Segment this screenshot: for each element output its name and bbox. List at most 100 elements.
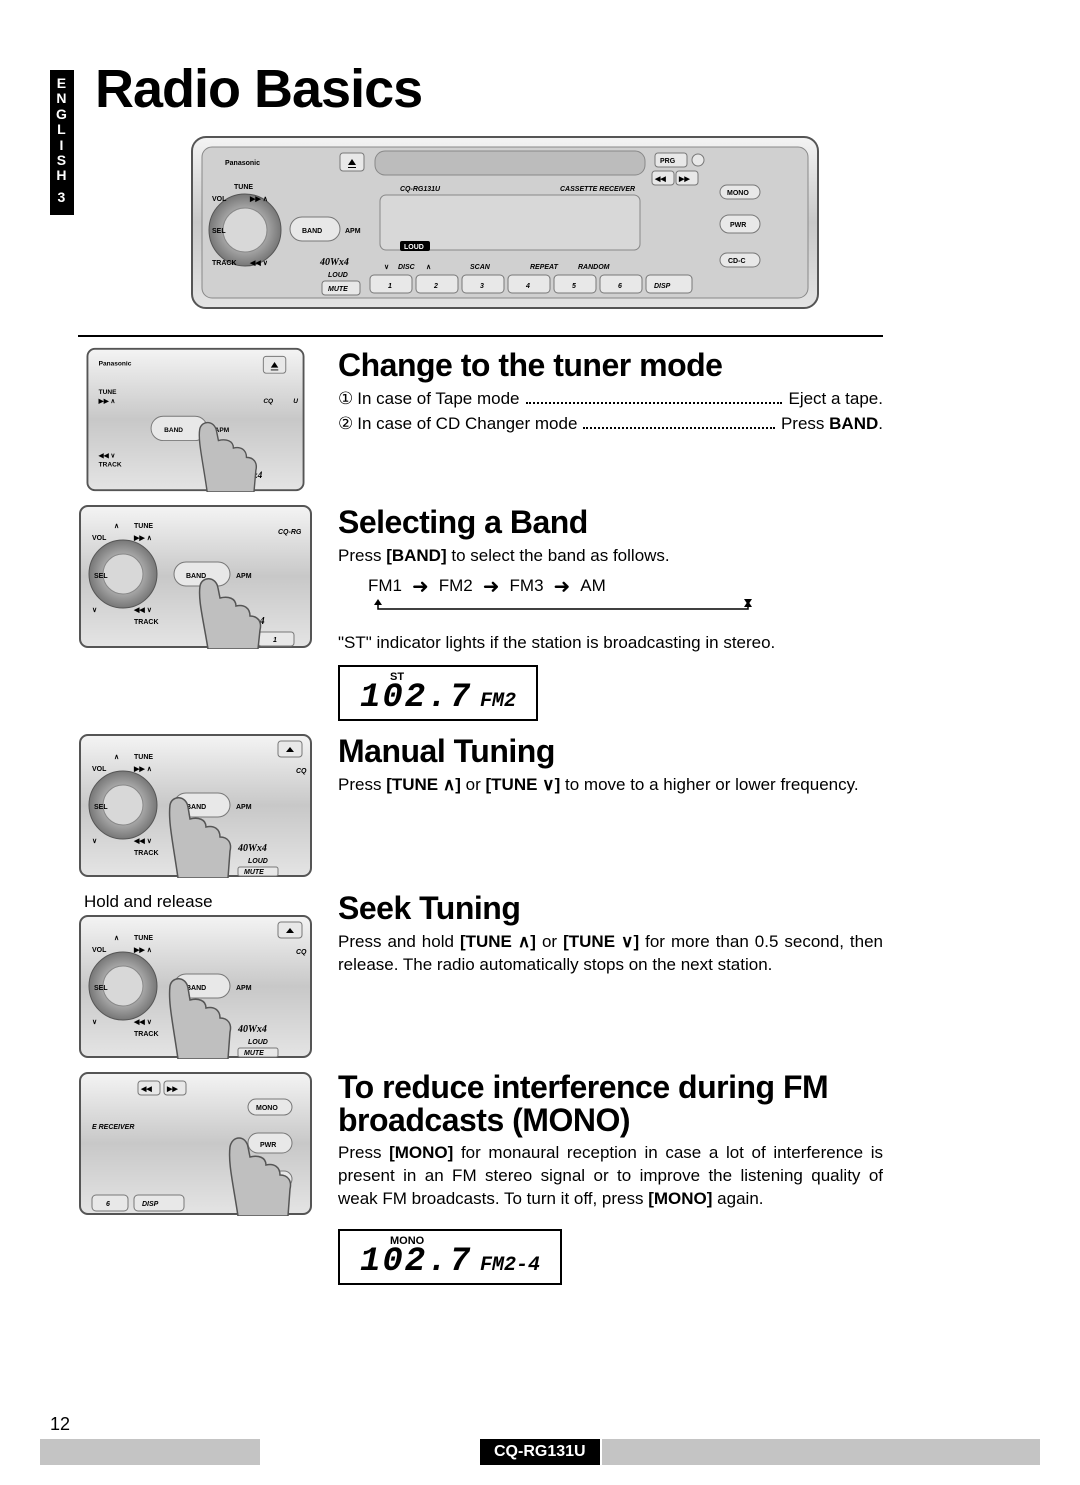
svg-text:1: 1 [388, 283, 392, 290]
svg-text:∨: ∨ [92, 1019, 97, 1026]
svg-text:▶▶: ▶▶ [166, 1086, 178, 1093]
step-2: ② In case of CD Changer mode Press BAND. [338, 413, 883, 436]
cassette-slot [375, 151, 645, 175]
step-1: ① In case of Tape mode Eject a tape. [338, 388, 883, 411]
thumb-seek: ∧TUNE VOL▶▶ ∧ SEL BAND APM ◀◀ ∨∨ TRACK 4… [78, 914, 313, 1059]
svg-text:VOL: VOL [92, 535, 107, 542]
svg-text:▶▶ ∧: ▶▶ ∧ [133, 535, 152, 542]
lcd-display-mono: MONO 102.7FM2-4 [338, 1229, 562, 1285]
svg-text:SCAN: SCAN [470, 264, 491, 271]
svg-text:40Wx4: 40Wx4 [237, 1024, 267, 1035]
mono-text: Press [MONO] for monaural reception in c… [338, 1142, 883, 1211]
svg-text:40Wx4: 40Wx4 [319, 257, 349, 268]
svg-text:◀◀: ◀◀ [654, 176, 666, 183]
lcd-display-st: ST 102.7FM2 [338, 665, 538, 721]
svg-text:▶▶ ∧: ▶▶ ∧ [133, 766, 152, 773]
svg-text:∧: ∧ [114, 935, 119, 942]
svg-text:BAND: BAND [302, 228, 322, 235]
svg-text:REPEAT: REPEAT [530, 264, 559, 271]
svg-text:BAND: BAND [164, 427, 183, 434]
svg-text:DISP: DISP [142, 1201, 159, 1208]
svg-text:▶▶: ▶▶ [678, 176, 690, 183]
svg-text:CD-C: CD-C [728, 258, 746, 265]
band-cycle: FM1➜ FM2➜ FM3➜ AM [368, 574, 883, 599]
svg-text:1: 1 [273, 637, 277, 644]
svg-text:◀◀ ∨: ◀◀ ∨ [133, 1019, 152, 1026]
svg-text:6: 6 [618, 283, 622, 290]
seek-text: Press and hold [TUNE ∧] or [TUNE ∨] for … [338, 931, 883, 977]
svg-text:∨: ∨ [92, 838, 97, 845]
divider [78, 335, 883, 337]
svg-text:TUNE: TUNE [134, 754, 153, 761]
st-note: "ST" indicator lights if the station is … [338, 632, 883, 655]
svg-text:SEL: SEL [212, 228, 226, 235]
tab-page-number: 3 [56, 190, 68, 205]
svg-text:DISC: DISC [398, 264, 416, 271]
footer-model: CQ-RG131U [480, 1439, 600, 1465]
cycle-return-arrow [368, 599, 758, 617]
seek-caption: Hold and release [84, 892, 338, 912]
svg-text:∧: ∧ [426, 264, 431, 271]
svg-text:MUTE: MUTE [244, 1050, 264, 1057]
svg-text:CQ-RG: CQ-RG [278, 529, 302, 536]
svg-text:VOL: VOL [212, 196, 227, 203]
svg-text:RANDOM: RANDOM [578, 264, 610, 271]
svg-text:MONO: MONO [256, 1105, 278, 1112]
thumb-mono: ◀◀ ▶▶ MONO E RECEIVER PWR CD-C 6 DISP [78, 1071, 313, 1216]
svg-text:LOUD: LOUD [328, 272, 348, 279]
svg-text:BAND: BAND [186, 573, 206, 580]
svg-text:CQ: CQ [296, 768, 307, 775]
language-label: ENGLISH [56, 76, 68, 184]
svg-text:∨: ∨ [384, 264, 389, 271]
svg-text:Panasonic: Panasonic [99, 361, 132, 368]
svg-text:4: 4 [525, 283, 530, 290]
svg-text:3: 3 [480, 283, 484, 290]
page-title: Radio Basics [95, 58, 422, 120]
language-tab: ENGLISH 3 [50, 70, 74, 215]
svg-text:PWR: PWR [260, 1142, 276, 1149]
heading-manual: Manual Tuning [338, 733, 883, 770]
svg-text:6: 6 [106, 1201, 110, 1208]
svg-text:DISP: DISP [654, 283, 671, 290]
svg-text:MONO: MONO [727, 190, 749, 197]
svg-text:PWR: PWR [730, 222, 746, 229]
svg-text:APM: APM [345, 228, 361, 235]
svg-text:APM: APM [236, 985, 252, 992]
footer-bar: CQ-RG131U [0, 1439, 1080, 1465]
svg-text:SEL: SEL [94, 985, 108, 992]
svg-text:TUNE: TUNE [99, 389, 117, 396]
svg-text:5: 5 [572, 283, 576, 290]
svg-text:SEL: SEL [94, 573, 108, 580]
svg-text:◀◀ ∨: ◀◀ ∨ [133, 838, 152, 845]
svg-text:▶▶ ∧: ▶▶ ∧ [133, 947, 152, 954]
svg-text:◀◀: ◀◀ [140, 1086, 152, 1093]
svg-text:E RECEIVER: E RECEIVER [92, 1124, 134, 1131]
svg-text:CQ: CQ [263, 398, 273, 405]
heading-band: Selecting a Band [338, 504, 883, 541]
svg-text:TRACK: TRACK [134, 619, 159, 626]
heading-seek: Seek Tuning [338, 890, 883, 927]
svg-text:TUNE: TUNE [234, 184, 253, 191]
svg-text:VOL: VOL [92, 947, 107, 954]
brand-label: Panasonic [225, 160, 260, 167]
svg-text:PRG: PRG [660, 158, 676, 165]
svg-text:▶▶ ∧: ▶▶ ∧ [249, 196, 268, 203]
band-instruction: Press [BAND] to select the band as follo… [338, 545, 883, 568]
svg-text:∧: ∧ [114, 523, 119, 530]
page-number: 12 [50, 1414, 70, 1435]
thumb-manual: ∧TUNE VOL▶▶ ∧ SEL BAND APM ◀◀ ∨∨ TRACK 4… [78, 733, 313, 878]
svg-text:◀◀ ∨: ◀◀ ∨ [98, 452, 116, 459]
manual-text: Press [TUNE ∧] or [TUNE ∨] to move to a … [338, 774, 883, 797]
svg-text:∨: ∨ [92, 607, 97, 614]
svg-text:TUNE: TUNE [134, 523, 153, 530]
svg-text:◀◀ ∨: ◀◀ ∨ [249, 260, 268, 267]
svg-text:MUTE: MUTE [244, 869, 264, 876]
svg-text:TUNE: TUNE [134, 935, 153, 942]
svg-text:TRACK: TRACK [99, 462, 122, 469]
heading-change-mode: Change to the tuner mode [338, 347, 883, 384]
svg-text:2: 2 [433, 283, 438, 290]
svg-text:40Wx4: 40Wx4 [237, 843, 267, 854]
svg-text:∧: ∧ [114, 754, 119, 761]
svg-text:CQ: CQ [296, 949, 307, 956]
svg-text:TRACK: TRACK [134, 1031, 159, 1038]
